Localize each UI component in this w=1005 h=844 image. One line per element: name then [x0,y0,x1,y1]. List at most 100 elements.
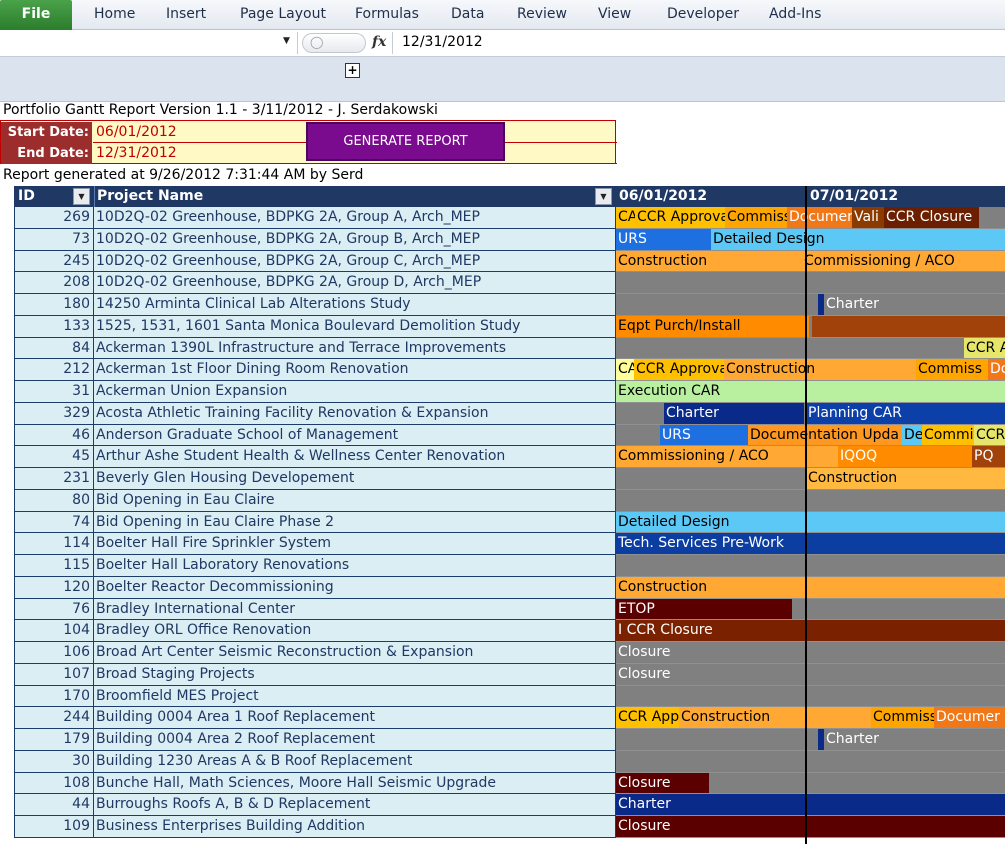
table-row[interactable]: 107 Broad Staging Projects Closure [0,663,1005,686]
gantt-phase-bar[interactable]: Commiss [871,707,934,728]
tab-data[interactable]: Data [451,0,484,30]
gantt-timeline-cell[interactable]: URS Documentation Upda De Commi CCR [616,424,1005,447]
gantt-timeline-cell[interactable]: Closure [616,772,1005,795]
table-row[interactable]: 212 Ackerman 1st Floor Dining Room Renova… [0,359,1005,381]
gantt-phase-bar[interactable]: Construction [806,468,1005,489]
table-row[interactable]: 45 Arthur Ashe Student Health & Wellness … [0,446,1005,468]
gantt-timeline-cell[interactable]: Construction [616,576,1005,599]
project-name-cell[interactable]: Bradley ORL Office Renovation [94,620,616,642]
gantt-timeline-cell[interactable]: CACCR ApprovaCommissDocumerValiCCR Closu… [616,207,1005,229]
project-id-cell[interactable]: 44 [14,794,94,816]
project-id-cell[interactable]: 170 [14,685,94,708]
gantt-timeline-cell[interactable]: I CCR Closure [616,620,1005,642]
gantt-phase-bar[interactable]: Closure [616,642,676,663]
table-row[interactable]: 74 Bid Opening in Eau Claire Phase 2 Detai… [0,511,1005,534]
project-name-cell[interactable]: 10D2Q-02 Greenhouse, BDPKG 2A, Group D, … [94,272,616,294]
table-row[interactable]: 73 10D2Q-02 Greenhouse, BDPKG 2A, Group B… [0,228,1005,251]
gantt-phase-bar[interactable]: CCR [974,424,1005,446]
project-name-cell[interactable]: Building 1230 Areas A & B Roof Replaceme… [94,750,616,773]
project-id-cell[interactable]: 180 [14,294,94,316]
project-name-cell[interactable]: Ackerman 1st Floor Dining Room Renovatio… [94,359,616,381]
gantt-phase-bar[interactable]: Detailed Design [711,228,1005,250]
project-name-cell[interactable]: Bid Opening in Eau Claire [94,489,616,512]
gantt-phase-bar[interactable]: Documentation Upda [748,424,902,446]
gantt-timeline-cell[interactable] [616,489,1005,512]
gantt-phase-bar[interactable]: CCR A [964,337,1005,359]
project-id-cell[interactable]: 46 [14,424,94,447]
table-row[interactable]: 104 Bradley ORL Office Renovation I CCR Cl… [0,620,1005,642]
project-name-cell[interactable]: Ackerman 1390L Infrastructure and Terrac… [94,337,616,360]
project-id-cell[interactable]: 269 [14,207,94,229]
table-row[interactable]: 208 10D2Q-02 Greenhouse, BDPKG 2A, Group … [0,272,1005,294]
tab-review[interactable]: Review [517,0,567,30]
table-row[interactable]: 179 Building 0004 Area 2 Roof Replacement… [0,729,1005,751]
table-row[interactable]: 114 Boelter Hall Fire Sprinkler System Tec… [0,533,1005,555]
gantt-phase-bar[interactable]: Detailed Design [616,511,1005,533]
gantt-phase-bar[interactable]: Execution CAR [616,381,1005,402]
project-name-cell[interactable]: Bunche Hall, Math Sciences, Moore Hall S… [94,772,616,795]
name-box[interactable] [0,32,298,54]
project-name-cell[interactable]: Boelter Hall Laboratory Renovations [94,555,616,577]
gantt-phase-bar[interactable]: Documer [787,207,852,228]
project-name-cell[interactable]: Beverly Glen Housing Developement [94,468,616,490]
project-id-cell[interactable]: 108 [14,772,94,795]
gantt-phase-bar[interactable]: CA [616,359,634,380]
gantt-phase-bar[interactable]: CCR Approva [634,359,724,380]
gantt-phase-bar[interactable]: Commiss [916,359,988,380]
project-name-cell[interactable]: Business Enterprises Building Addition [94,816,616,838]
gantt-timeline-cell[interactable]: Construction [616,468,1005,490]
gantt-timeline-cell[interactable] [616,750,1005,773]
project-name-cell[interactable]: Ackerman Union Expansion [94,381,616,403]
gantt-timeline-cell[interactable]: CCR A [616,337,1005,360]
gantt-phase-bar[interactable]: Commissioning / ACO [802,250,1005,272]
gantt-timeline-cell[interactable]: URS Detailed Design [616,228,1005,251]
project-name-cell[interactable]: Building 0004 Area 1 Roof Replacement [94,707,616,729]
project-name-cell[interactable]: Anderson Graduate School of Management [94,424,616,447]
project-id-cell[interactable]: 120 [14,576,94,599]
project-id-cell[interactable]: 133 [14,315,94,338]
table-row[interactable]: 108 Bunche Hall, Math Sciences, Moore Hal… [0,772,1005,795]
table-row[interactable]: 106 Broad Art Center Seismic Reconstructi… [0,642,1005,664]
project-name-cell[interactable]: 10D2Q-02 Greenhouse, BDPKG 2A, Group A, … [94,207,616,229]
gantt-phase-bar[interactable]: URS [616,228,711,250]
tab-view[interactable]: View [598,0,631,30]
project-name-cell[interactable]: 14250 Arminta Clinical Lab Alterations S… [94,294,616,316]
project-id-cell[interactable]: 84 [14,337,94,360]
gantt-timeline-cell[interactable] [616,272,1005,294]
project-id-cell[interactable]: 76 [14,598,94,621]
gantt-timeline-cell[interactable]: Detailed Design [616,511,1005,534]
gantt-phase-bar[interactable]: Closure [616,663,676,685]
gantt-timeline-cell[interactable]: ETOP [616,598,1005,621]
table-row[interactable]: 46 Anderson Graduate School of Management… [0,424,1005,447]
gantt-timeline-cell[interactable]: Eqpt Purch/Install [616,315,1005,338]
gantt-phase-bar[interactable]: ETOP [616,598,792,620]
project-id-cell[interactable]: 80 [14,489,94,512]
table-row[interactable]: 231 Beverly Glen Housing Developement Cons… [0,468,1005,490]
gantt-phase-bar[interactable]: Charter [824,729,1005,750]
gantt-phase-bar[interactable]: IQOQ [838,446,972,467]
table-row[interactable]: 115 Boelter Hall Laboratory Renovations [0,555,1005,577]
gantt-timeline-cell[interactable]: Charter [616,794,1005,816]
project-id-cell[interactable]: 179 [14,729,94,751]
project-id-cell[interactable]: 73 [14,228,94,251]
table-row[interactable]: 44 Burroughs Roofs A, B & D Replacement Ch… [0,794,1005,816]
tab-home[interactable]: Home [94,0,135,30]
gantt-phase-bar[interactable] [812,315,1005,337]
project-name-cell[interactable]: Acosta Athletic Training Facility Renova… [94,402,616,425]
gantt-timeline-cell[interactable]: Closure [616,642,1005,664]
gantt-phase-bar[interactable]: Charter [824,294,1005,315]
gantt-phase-bar[interactable]: Construction [616,576,1005,598]
project-id-cell[interactable]: 329 [14,402,94,425]
project-name-cell[interactable]: Broad Staging Projects [94,663,616,686]
gantt-phase-bar[interactable]: I CCR Closure [616,620,1005,641]
project-name-column-header[interactable]: Project Name ▼ [94,186,616,207]
gantt-phase-bar[interactable]: Documer [934,707,1005,728]
filter-dropdown-icon[interactable]: ▼ [73,188,90,205]
tab-file[interactable]: File [0,0,72,30]
table-row[interactable]: 180 14250 Arminta Clinical Lab Alteration… [0,294,1005,316]
project-name-cell[interactable]: Bradley International Center [94,598,616,621]
project-name-cell[interactable]: Broomfield MES Project [94,685,616,708]
expand-group-button[interactable]: + [345,63,360,78]
table-row[interactable]: 329 Acosta Athletic Training Facility Ren… [0,402,1005,425]
table-row[interactable]: 31 Ackerman Union Expansion Execution CAR [0,381,1005,403]
